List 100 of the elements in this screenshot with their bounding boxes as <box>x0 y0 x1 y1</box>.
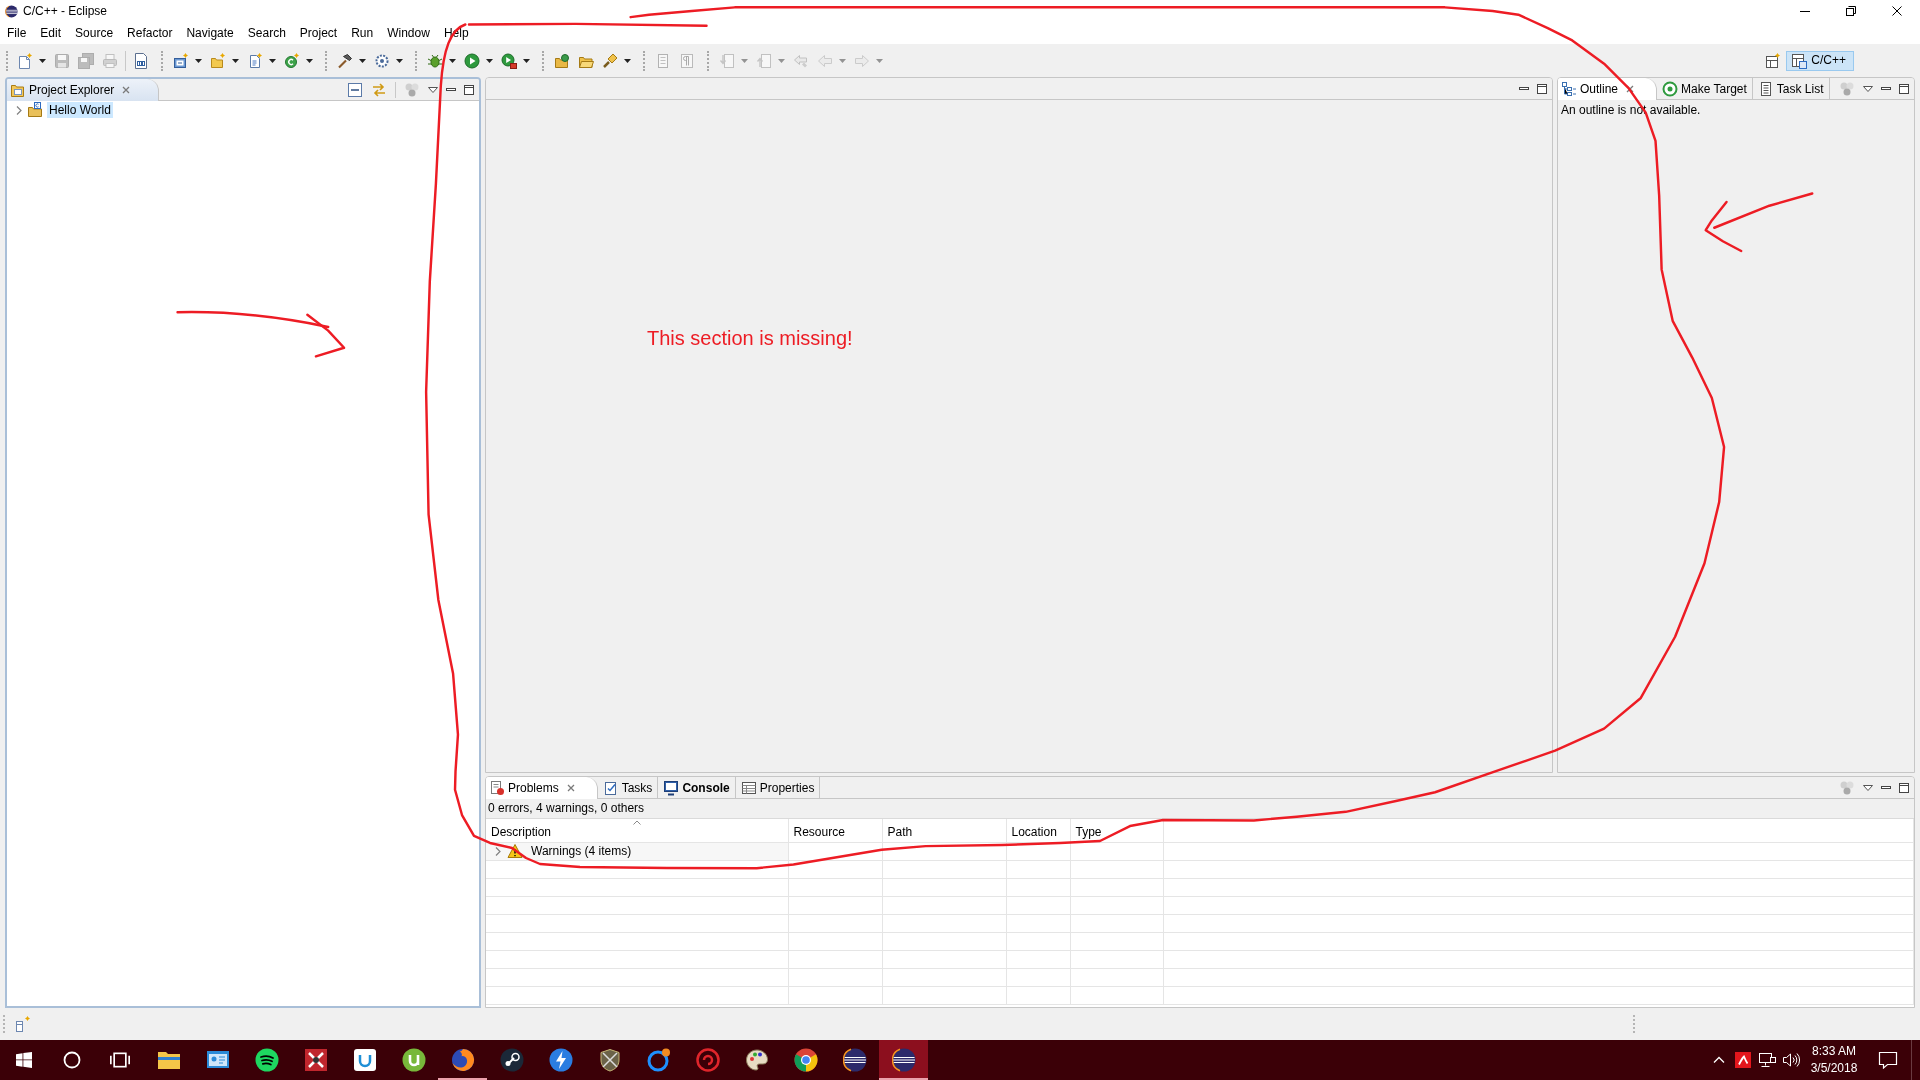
caret-icon[interactable] <box>269 58 276 63</box>
minimize-icon[interactable] <box>1519 87 1529 90</box>
caret-icon[interactable] <box>359 58 366 63</box>
linked-circles-icon[interactable] <box>499 1048 524 1072</box>
view-menu-icon[interactable] <box>1863 784 1873 791</box>
caret-icon[interactable] <box>449 58 456 63</box>
segmented-circle-icon[interactable] <box>793 1048 818 1072</box>
view-menu-icon[interactable] <box>1863 85 1873 92</box>
view-tab[interactable]: Task List <box>1752 78 1830 100</box>
caret-icon[interactable] <box>396 58 403 63</box>
column-header[interactable]: Location <box>1006 819 1070 842</box>
column-header[interactable]: Description <box>486 819 788 842</box>
clock-time: 8:33 AM <box>1812 1043 1856 1060</box>
view-tab[interactable]: Console <box>658 777 736 799</box>
menu-item[interactable]: Run <box>344 22 381 44</box>
palette-icon[interactable] <box>744 1048 769 1072</box>
folder-globe-icon[interactable] <box>554 52 570 69</box>
hammer-icon[interactable] <box>337 52 353 69</box>
binary-file-icon[interactable] <box>133 52 149 69</box>
new-project-icon[interactable] <box>173 52 189 69</box>
striped-sphere-icon[interactable] <box>842 1048 867 1072</box>
maximize-icon[interactable] <box>1899 83 1909 94</box>
maximize-icon[interactable] <box>1537 83 1547 94</box>
menu-item[interactable]: Edit <box>33 22 69 44</box>
ring-badge-icon[interactable] <box>646 1048 671 1072</box>
column-header[interactable]: Type <box>1070 819 1163 842</box>
menu-item[interactable]: Refactor <box>120 22 180 44</box>
grip-handle[interactable] <box>325 50 327 71</box>
play-icon[interactable] <box>464 52 480 69</box>
caret-icon[interactable] <box>39 58 46 63</box>
task-view-icon[interactable] <box>110 1050 130 1070</box>
u-circle-icon[interactable] <box>401 1048 426 1072</box>
grip-handle[interactable] <box>415 50 417 71</box>
minimize-icon[interactable] <box>1881 786 1891 789</box>
menu-item[interactable]: Project <box>292 22 345 44</box>
close-icon[interactable] <box>566 784 575 792</box>
menu-item[interactable]: Search <box>240 22 293 44</box>
caret-icon[interactable] <box>195 58 202 63</box>
sphere-icon <box>5 4 18 18</box>
network-icon[interactable] <box>1758 1052 1776 1068</box>
new-folder-icon[interactable] <box>210 52 226 69</box>
minimize-icon[interactable] <box>1881 87 1891 90</box>
perspective-button[interactable]: C/C++ <box>1786 50 1854 71</box>
grip-handle[interactable] <box>161 50 163 71</box>
grip-handle[interactable] <box>542 50 544 71</box>
column-header[interactable]: Resource <box>788 819 882 842</box>
menu-item[interactable]: Window <box>380 22 437 44</box>
view-tab[interactable]: Properties <box>735 777 821 799</box>
chevron-right-icon[interactable] <box>495 846 501 856</box>
minimize-icon[interactable] <box>446 88 456 91</box>
menu-item[interactable]: File <box>0 22 34 44</box>
taskbar-button[interactable] <box>879 1040 928 1080</box>
view-tab[interactable]: Tasks <box>597 777 659 799</box>
panel-sparkle-icon[interactable] <box>15 1016 31 1032</box>
grip-handle[interactable] <box>707 50 709 71</box>
bug-icon[interactable] <box>427 52 443 69</box>
u-shape-tile-icon[interactable] <box>352 1048 377 1072</box>
volume-icon[interactable] <box>1782 1052 1800 1068</box>
lightning-icon[interactable] <box>548 1048 573 1072</box>
view-tab[interactable]: Problems <box>486 777 598 799</box>
flashlight-icon[interactable] <box>602 52 618 69</box>
minimize-icon <box>1800 10 1810 12</box>
dashed-ring-icon[interactable] <box>374 52 390 69</box>
caret-icon[interactable] <box>306 58 313 63</box>
new-file-icon[interactable] <box>17 52 33 69</box>
menu-item[interactable]: Source <box>68 22 121 44</box>
grip-handle[interactable] <box>6 50 8 71</box>
tile-logo-icon[interactable] <box>1735 1052 1751 1068</box>
caret-icon[interactable] <box>624 58 631 63</box>
maximize-icon[interactable] <box>464 84 474 95</box>
menu-item[interactable]: Navigate <box>179 22 241 44</box>
cross-tile-icon[interactable] <box>303 1048 328 1072</box>
folder-icon <box>10 82 26 98</box>
search-circle-icon[interactable] <box>63 1051 81 1069</box>
view-menu-icon[interactable] <box>428 86 438 93</box>
collapse-all-icon[interactable] <box>347 81 363 98</box>
chevron-up-icon[interactable] <box>1713 1056 1725 1064</box>
sound-waves-icon[interactable] <box>254 1048 279 1072</box>
view-tab[interactable]: Outline <box>1558 78 1658 100</box>
close-icon[interactable] <box>1626 85 1635 93</box>
play-toolbox-icon[interactable] <box>501 52 517 69</box>
chevron-right-icon[interactable] <box>15 105 22 115</box>
column-header[interactable]: Path <box>882 819 1006 842</box>
notification-icon[interactable] <box>1878 1051 1898 1069</box>
caret-icon[interactable] <box>486 58 493 63</box>
restore-icon <box>1846 6 1856 16</box>
swirl-ring-icon[interactable] <box>695 1048 720 1072</box>
view-tab[interactable]: Make Target <box>1657 78 1753 100</box>
windows-icon[interactable] <box>16 1052 32 1068</box>
grip-handle[interactable] <box>643 50 645 71</box>
crossed-shield-icon[interactable] <box>597 1048 622 1072</box>
view-tab[interactable]: Project Explorer <box>7 79 160 101</box>
caret-icon[interactable] <box>523 58 530 63</box>
new-document-icon[interactable] <box>247 52 263 69</box>
tree-item[interactable]: Hello World <box>47 102 113 118</box>
maximize-icon[interactable] <box>1899 782 1909 793</box>
close-icon[interactable] <box>122 86 131 94</box>
new-class-icon[interactable] <box>284 52 300 69</box>
caret-icon[interactable] <box>232 58 239 63</box>
striped-sphere-icon <box>891 1048 916 1072</box>
